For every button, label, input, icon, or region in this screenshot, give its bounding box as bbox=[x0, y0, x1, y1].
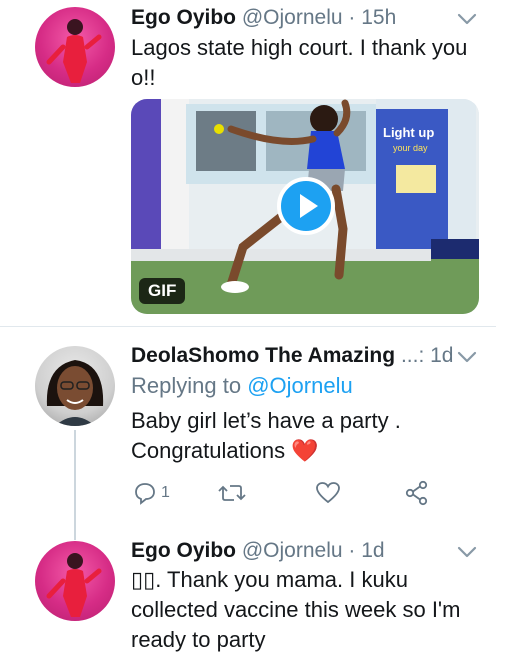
like-button[interactable] bbox=[315, 480, 341, 506]
tweet-text-line: ▯▯. Thank you mama. I kuku bbox=[131, 567, 408, 592]
retweet-button[interactable] bbox=[218, 480, 246, 506]
person-silhouette-icon bbox=[46, 19, 102, 83]
person-silhouette-icon bbox=[46, 553, 102, 617]
gif-badge: GIF bbox=[139, 278, 186, 304]
tweet-text-line: ready to party bbox=[131, 627, 266, 652]
tweet-text: Baby girl let’s have a party . Congratul… bbox=[131, 406, 491, 466]
tweet-text-line: Baby girl let’s have a party . bbox=[131, 408, 401, 433]
name-truncation: ...: bbox=[400, 344, 425, 367]
replying-to: Replying to @Ojornelu bbox=[131, 372, 353, 400]
replying-to-handle[interactable]: @Ojornelu bbox=[247, 373, 353, 398]
replying-to-label: Replying to bbox=[131, 373, 242, 398]
tweet-ego-2[interactable]: Ego Oyibo @Ojornelu · 1d ▯▯. Thank you m… bbox=[0, 532, 519, 653]
tweet-header: Ego Oyibo @Ojornelu · 1d bbox=[131, 538, 385, 564]
heart-icon bbox=[316, 482, 340, 504]
chevron-down-icon[interactable] bbox=[456, 12, 478, 26]
tweet-text-line: Congratulations ❤️ bbox=[131, 438, 319, 463]
chevron-down-icon[interactable] bbox=[456, 350, 478, 364]
retweet-icon bbox=[218, 485, 246, 501]
share-button[interactable] bbox=[404, 480, 430, 506]
separator: · bbox=[348, 539, 356, 562]
timestamp[interactable]: 1d bbox=[430, 344, 453, 367]
tweet-text: ▯▯. Thank you mama. I kuku collected vac… bbox=[131, 565, 501, 653]
author-name[interactable]: Ego Oyibo bbox=[131, 6, 236, 29]
share-icon bbox=[405, 480, 428, 506]
play-icon bbox=[300, 194, 318, 218]
tweet-header: Ego Oyibo @Ojornelu · 15h bbox=[131, 5, 396, 31]
timestamp[interactable]: 15h bbox=[361, 6, 396, 29]
gif-media[interactable]: Light up your day GIF bbox=[131, 99, 479, 314]
avatar[interactable] bbox=[35, 541, 115, 621]
tweet-text-line: collected vaccine this week so I'm bbox=[131, 597, 461, 622]
person-photo-icon bbox=[46, 360, 104, 426]
tweet-ego-1[interactable]: Ego Oyibo @Ojornelu · 15h Lagos state hi… bbox=[0, 0, 519, 326]
author-handle[interactable]: @Ojornelu bbox=[242, 6, 343, 29]
timestamp[interactable]: 1d bbox=[361, 539, 384, 562]
chevron-down-icon[interactable] bbox=[456, 545, 478, 559]
tweet-actions: 1 bbox=[0, 480, 519, 506]
author-name[interactable]: DeolaShomo The Amazing bbox=[131, 344, 395, 367]
tweet-header: DeolaShomo The Amazing ...: 1d bbox=[131, 343, 453, 369]
avatar[interactable] bbox=[35, 7, 115, 87]
author-handle[interactable]: @Ojornelu bbox=[242, 539, 343, 562]
tweet-text-line: Lagos state high court. I thank you bbox=[131, 35, 468, 60]
reply-button[interactable]: 1 bbox=[133, 480, 170, 506]
author-name[interactable]: Ego Oyibo bbox=[131, 539, 236, 562]
svg-text:your day: your day bbox=[393, 143, 428, 153]
svg-text:Light up: Light up bbox=[383, 125, 434, 140]
tweet-text-line: o!! bbox=[131, 65, 156, 90]
avatar[interactable] bbox=[35, 346, 115, 426]
tweet-text: Lagos state high court. I thank you o!! bbox=[131, 33, 491, 93]
reply-count: 1 bbox=[161, 484, 170, 501]
play-button[interactable] bbox=[277, 177, 335, 235]
separator: · bbox=[348, 6, 356, 29]
reply-icon bbox=[135, 483, 155, 505]
